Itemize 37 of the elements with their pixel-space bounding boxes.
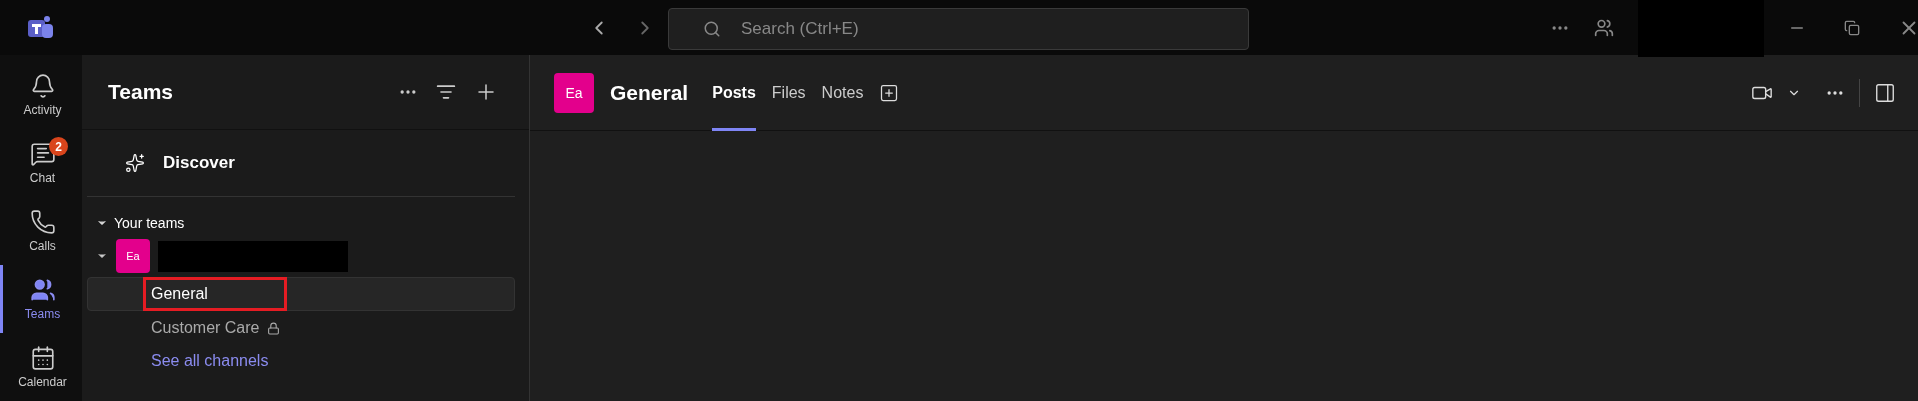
- rail-label: Calendar: [18, 375, 67, 389]
- search-placeholder: Search (Ctrl+E): [741, 19, 859, 39]
- search-icon: [703, 20, 721, 38]
- sparkle-icon: [125, 153, 145, 173]
- rail-label: Calls: [29, 239, 56, 253]
- rail-item[interactable]: Activity: [0, 61, 82, 129]
- calendar-icon: [29, 345, 56, 371]
- channel-avatar: Ea: [554, 72, 594, 113]
- channel-label: General: [143, 277, 287, 311]
- tab[interactable]: Posts: [712, 54, 756, 131]
- rail-item[interactable]: Calls: [0, 197, 82, 265]
- channel-item[interactable]: General: [87, 277, 515, 311]
- rail-item[interactable]: Calendar: [0, 333, 82, 401]
- discover-link[interactable]: Discover: [163, 153, 235, 173]
- channel-label: Customer Care: [150, 318, 261, 338]
- side-panel-icon[interactable]: [1874, 81, 1896, 104]
- chat-icon: [29, 141, 56, 167]
- people-icon: [29, 277, 56, 303]
- see-all-link[interactable]: See all channels: [87, 345, 515, 377]
- rail-label: Teams: [24, 307, 61, 321]
- rail-item[interactable]: Chat 2: [0, 129, 82, 197]
- tab[interactable]: Notes: [821, 54, 864, 131]
- sidebar-title: Teams: [108, 80, 174, 104]
- channel-item[interactable]: Customer Care: [87, 311, 515, 345]
- rail-label: Chat: [29, 171, 56, 185]
- tab[interactable]: Files: [771, 54, 806, 131]
- filter-icon[interactable]: [436, 82, 456, 102]
- phone-icon: [29, 209, 56, 235]
- channel-label: See all channels: [150, 351, 270, 371]
- team-avatar: Ea: [116, 239, 150, 273]
- search-field[interactable]: Search (Ctrl+E): [668, 8, 1249, 50]
- rail-label: Activity: [23, 103, 62, 117]
- notification-badge: 2: [49, 137, 68, 156]
- restore-icon[interactable]: [1844, 19, 1860, 36]
- section-label[interactable]: Your teams: [114, 215, 185, 231]
- channel-title: General: [610, 80, 689, 105]
- add-tab-icon[interactable]: [879, 82, 900, 103]
